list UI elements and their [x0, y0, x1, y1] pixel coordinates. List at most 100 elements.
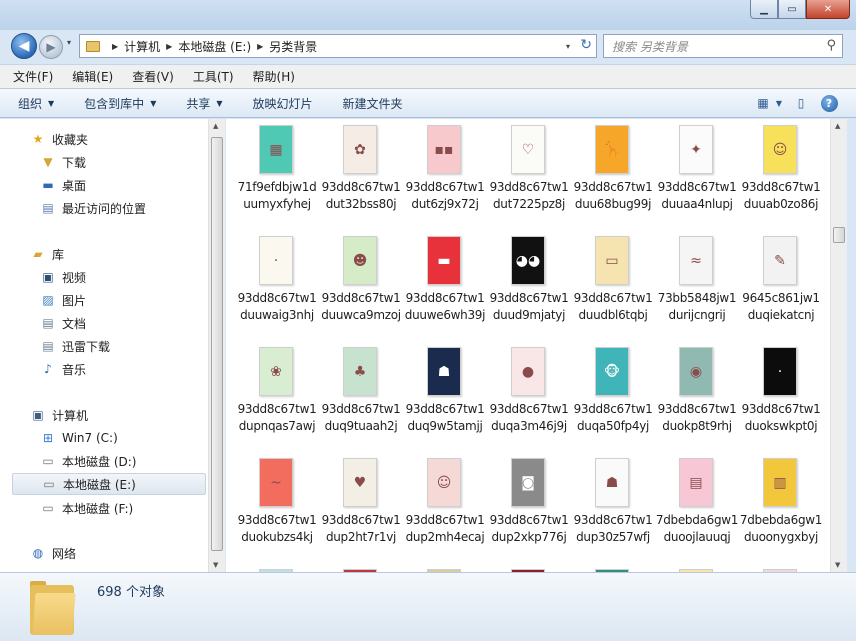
file-name: 93dd8c67tw1duokswkpt0j: [741, 402, 821, 433]
menu-view[interactable]: 查看(V): [129, 66, 177, 87]
sidebar-item-recent[interactable]: ▤ 最近访问的位置: [40, 197, 208, 219]
file-item[interactable]: ☻ 93dd8c67tw1duuwca9mzoj: [319, 230, 403, 342]
file-item[interactable]: ☺ 93dd8c67tw1duuab0zo86j: [739, 119, 823, 231]
music-icon: ♪: [44, 362, 52, 376]
file-name: 7dbebda6gw1duoonygxbyj: [739, 513, 823, 544]
file-name: 93dd8c67tw1dup2mh4ecaj: [405, 513, 485, 544]
file-list: ▦ 71f9efdbjw1duumyxfyhej ✿ 93dd8c67tw1dut32…: [226, 119, 830, 572]
file-item[interactable]: ♣ 93dd8c67tw1duq9tuaah2j: [319, 341, 403, 453]
file-name: 93dd8c67tw1duq9tuaah2j: [321, 402, 401, 433]
menu-file[interactable]: 文件(F): [10, 66, 56, 87]
sidebar-item-drive-c[interactable]: ⊞ Win7 (C:): [40, 427, 208, 449]
sidebar-item-documents[interactable]: ▤ 文档: [40, 312, 208, 334]
help-button[interactable]: ?: [818, 93, 840, 113]
file-item[interactable]: 🐵 93dd8c67tw1duqa50fp4yj: [571, 341, 655, 453]
file-item[interactable]: ☗ 93dd8c67tw1dup30z57wfj: [571, 452, 655, 564]
sidebar-item-pictures[interactable]: ▨ 图片: [40, 289, 208, 311]
sidebar-item-music[interactable]: ♪ 音乐: [40, 358, 208, 380]
file-item[interactable]: ● 93dd8c67tw1duqa3m46j9j: [487, 341, 571, 453]
menu-edit[interactable]: 编辑(E): [69, 66, 116, 87]
file-item[interactable]: ☺ 93dd8c67tw1dup2mh4ecaj: [403, 452, 487, 564]
file-item[interactable]: ♥ 93dd8c67tw1dup2ht7r1vj: [319, 452, 403, 564]
search-input[interactable]: 搜索 另类背景 ⚲: [603, 34, 843, 58]
command-bar: 组织 ▼ 包含到库中 ▼ 共享 ▼ 放映幻灯片 新建文件夹 ▦ ▼ ▯ ?: [0, 88, 856, 118]
file-item[interactable]: · 93dd8c67tw1duokswkpt0j: [739, 341, 823, 453]
chevron-right-icon[interactable]: ▶: [166, 42, 172, 51]
file-item[interactable]: ≈73bb5848jw1durijcngrij: [655, 230, 739, 342]
file-item[interactable]: ▬ 93dd8c67tw1duuwe6wh39j: [403, 230, 487, 342]
file-name: 93dd8c67tw1dupnqas7awj: [237, 402, 317, 433]
chevron-right-icon[interactable]: ▶: [257, 42, 263, 51]
file-item[interactable]: ▭ 93dd8c67tw1duudbl6tqbj: [571, 230, 655, 342]
address-history-dropdown[interactable]: ▾: [566, 42, 570, 51]
scroll-up-icon[interactable]: ▲: [213, 122, 218, 130]
menu-help[interactable]: 帮助(H): [250, 66, 298, 87]
breadcrumb-drive-e[interactable]: 本地磁盘 (E:): [178, 38, 251, 55]
sidebar-item-xunlei[interactable]: ▤ 迅雷下载: [40, 335, 208, 357]
file-item[interactable]: ▪▪ 93dd8c67tw1dut6zj9x72j: [403, 119, 487, 231]
breadcrumb-current-folder[interactable]: 另类背景: [269, 38, 317, 55]
sidebar-item-drive-e[interactable]: ▭ 本地磁盘 (E:): [12, 473, 206, 495]
file-item[interactable]: ◕◕ 93dd8c67tw1duud9mjatyj: [487, 230, 571, 342]
file-item[interactable]: ✿ 93dd8c67tw1dut32bss80j: [319, 119, 403, 231]
close-button[interactable]: ✕: [806, 0, 850, 19]
file-list-scrollbar[interactable]: ▲ ▼: [830, 119, 847, 572]
image-thumbnail: ✿: [343, 125, 377, 174]
include-in-library-button[interactable]: 包含到库中 ▼: [84, 95, 156, 112]
video-icon: ▣: [42, 270, 54, 284]
sidebar-item-downloads[interactable]: ▼ 下载: [40, 151, 208, 173]
file-item[interactable]: ♡ 93dd8c67tw1dut7225pz8j: [487, 119, 571, 231]
file-item[interactable]: ◉ 93dd8c67tw1duokp8t9rhj: [655, 341, 739, 453]
preview-pane-icon[interactable]: ▯: [790, 93, 812, 113]
breadcrumb-computer[interactable]: 计算机: [124, 38, 160, 55]
file-item[interactable]: ✦ 93dd8c67tw1duuaa4nlupj: [655, 119, 739, 231]
organize-button[interactable]: 组织 ▼: [18, 95, 54, 112]
sidebar-item-computer[interactable]: ▣ 计算机: [30, 404, 208, 426]
address-bar[interactable]: ▶ 计算机 ▶ 本地磁盘 (E:) ▶ 另类背景 ▾ ↻: [79, 34, 597, 58]
image-thumbnail: ◕◕: [511, 236, 545, 285]
image-thumbnail: ▤: [679, 458, 713, 507]
file-item[interactable]: ▦ 71f9efdbjw1duumyxfyhej: [235, 119, 319, 231]
scroll-down-icon[interactable]: ▼: [213, 561, 218, 569]
file-item[interactable]: ❀ 93dd8c67tw1dupnqas7awj: [235, 341, 319, 453]
sidebar-scroll-thumb[interactable]: [211, 137, 223, 551]
sidebar-item-favorites[interactable]: ★ 收藏夹: [30, 128, 208, 150]
scroll-up-icon[interactable]: ▲: [835, 122, 840, 130]
sidebar-item-libraries[interactable]: ▰ 库: [30, 243, 208, 265]
file-item[interactable]: 🦒 93dd8c67tw1duu68bug99j: [571, 119, 655, 231]
slideshow-button[interactable]: 放映幻灯片: [253, 95, 313, 112]
sidebar-item-drive-f[interactable]: ▭ 本地磁盘 (F:): [40, 497, 208, 519]
sidebar-item-label: 视频: [62, 270, 87, 285]
forward-button[interactable]: ▶: [39, 35, 63, 59]
search-icon[interactable]: ⚲: [826, 38, 836, 53]
file-item[interactable]: ☗ 93dd8c67tw1duq9w5tamjj: [403, 341, 487, 453]
menu-tools[interactable]: 工具(T): [190, 66, 237, 87]
sidebar-item-videos[interactable]: ▣ 视频: [40, 266, 208, 288]
share-button[interactable]: 共享 ▼: [186, 95, 222, 112]
file-item[interactable]: ✎ 9645c861jw1duqiekatcnj: [739, 230, 823, 342]
file-name: 71f9efdbjw1duumyxfyhej: [237, 180, 317, 211]
sidebar-item-drive-d[interactable]: ▭ 本地磁盘 (D:): [40, 450, 208, 472]
file-item[interactable]: · 93dd8c67tw1duuwaig3nhj: [235, 230, 319, 342]
chevron-right-icon[interactable]: ▶: [112, 42, 118, 51]
sidebar-item-network[interactable]: ◍ 网络: [30, 542, 208, 564]
image-thumbnail: ·: [763, 347, 797, 396]
file-item[interactable]: ▤ 7dbebda6gw1duoojlauuqj: [655, 452, 739, 564]
view-options-icon[interactable]: ▦: [752, 93, 774, 113]
file-item[interactable]: ◙ 93dd8c67tw1dup2xkp776j: [487, 452, 571, 564]
view-dropdown-icon[interactable]: ▼: [774, 93, 784, 113]
maximize-button[interactable]: ▭: [778, 0, 806, 19]
refresh-icon[interactable]: ↻: [580, 37, 592, 53]
back-button[interactable]: ◀: [11, 33, 37, 59]
sidebar-item-desktop[interactable]: ▬ 桌面: [40, 174, 208, 196]
minimize-button[interactable]: ▁: [750, 0, 778, 19]
sidebar-item-label: 本地磁盘 (F:): [62, 501, 134, 516]
new-folder-button[interactable]: 新建文件夹: [343, 95, 403, 112]
file-item[interactable]: ▥ 7dbebda6gw1duoonygxbyj: [739, 452, 823, 564]
scroll-down-icon[interactable]: ▼: [835, 561, 840, 569]
sidebar-scrollbar[interactable]: ▲ ▼: [208, 119, 225, 572]
file-name: 93dd8c67tw1duqa50fp4yj: [573, 402, 653, 433]
file-list-scroll-thumb[interactable]: [833, 227, 845, 243]
file-item[interactable]: ~93dd8c67tw1duokubzs4kj: [235, 452, 319, 564]
recent-pages-dropdown[interactable]: ▾: [67, 38, 71, 47]
